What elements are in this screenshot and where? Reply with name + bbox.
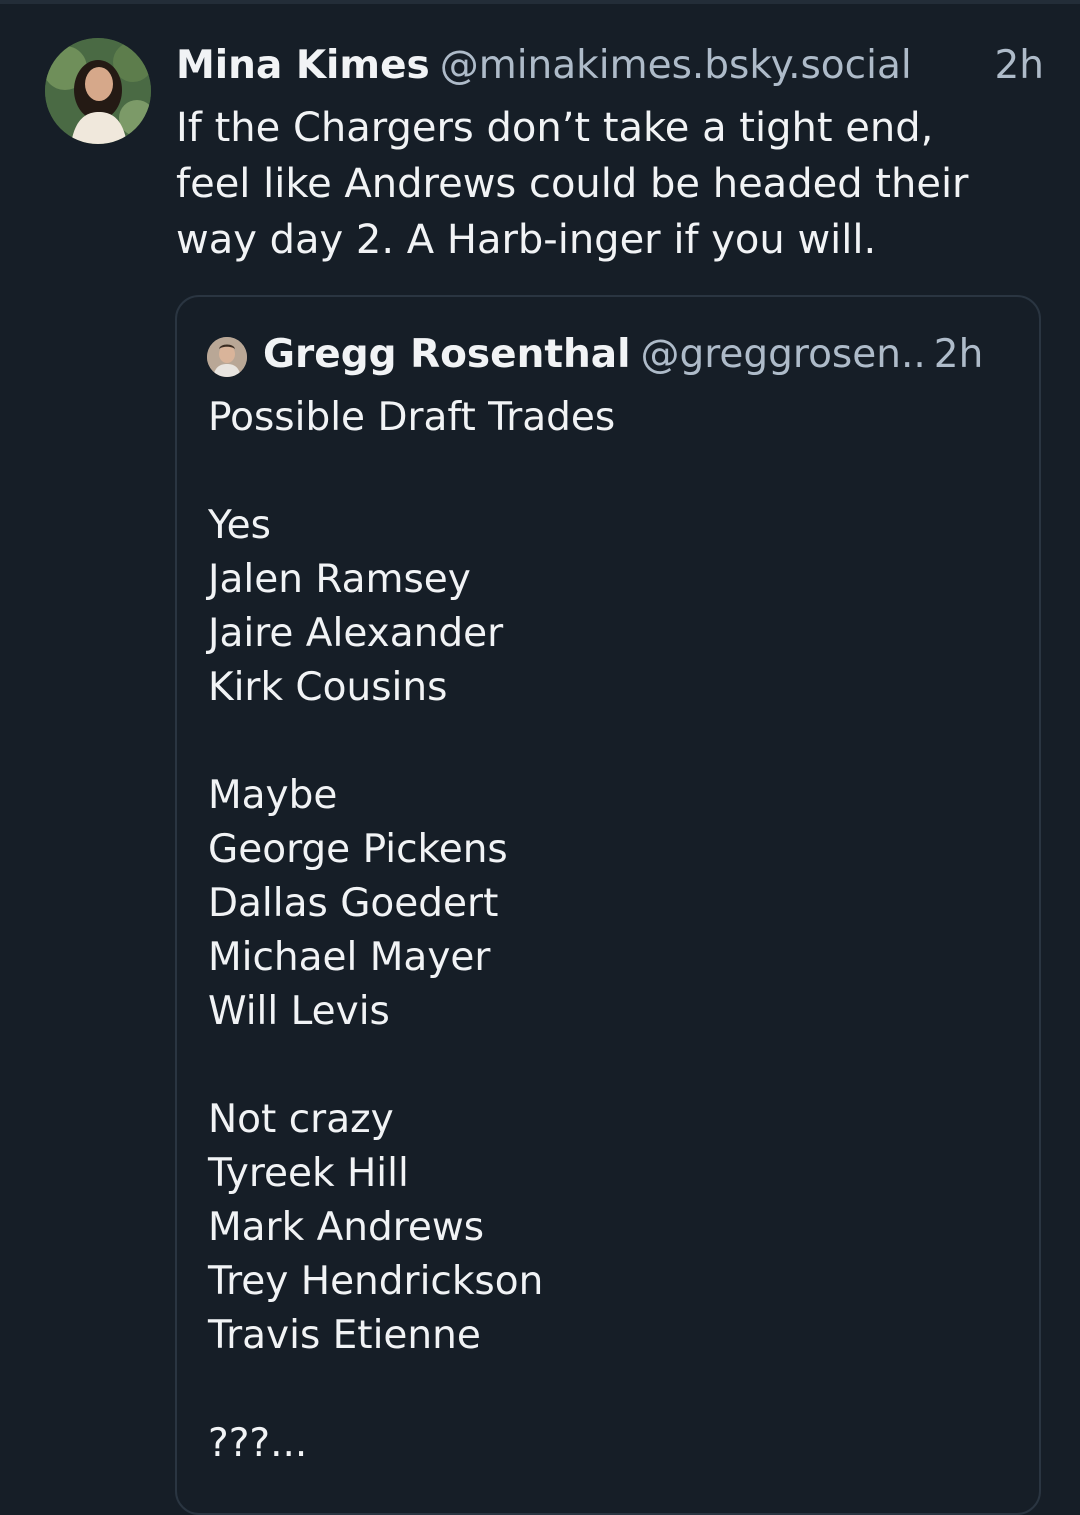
author-handle[interactable]: @minakimes.bsky.social	[440, 43, 912, 88]
list-item: Dallas Goedert	[208, 881, 499, 926]
list-item: Will Levis	[208, 989, 390, 1034]
list-item: Travis Etienne	[208, 1313, 481, 1358]
list-item: Jaire Alexander	[208, 611, 504, 656]
quoted-post-timestamp[interactable]: 2h	[934, 332, 984, 377]
post-timestamp[interactable]: 2h	[994, 40, 1044, 92]
list-item: George Pickens	[208, 827, 508, 872]
truncated-text: ???...	[208, 1421, 308, 1466]
list-item: Mark Andrews	[208, 1205, 485, 1250]
list-item: Kirk Cousins	[208, 665, 448, 710]
quoted-author-avatar[interactable]	[207, 337, 247, 377]
user-avatar-icon	[45, 38, 151, 144]
group-heading: Maybe	[208, 773, 338, 818]
user-avatar-icon	[207, 337, 247, 377]
post[interactable]: Mina Kimes @minakimes.bsky.social 2h If t…	[0, 0, 1080, 1515]
author-avatar[interactable]	[45, 38, 151, 144]
group-heading: Not crazy	[208, 1097, 394, 1142]
list-item: Trey Hendrickson	[208, 1259, 544, 1304]
quoted-post-header: Gregg Rosenthal @greggrosen.. 2h	[263, 329, 1023, 381]
list-item: Michael Mayer	[208, 935, 491, 980]
quoted-author-handle[interactable]: @greggrosen..	[640, 332, 925, 377]
group-heading: Yes	[208, 503, 271, 548]
author-name[interactable]: Mina Kimes	[176, 43, 430, 88]
post-header: Mina Kimes @minakimes.bsky.social 2h	[176, 40, 1056, 92]
quoted-post[interactable]: Gregg Rosenthal @greggrosen.. 2h Possible …	[175, 295, 1041, 1515]
list-item: Jalen Ramsey	[208, 557, 471, 602]
quoted-author-name[interactable]: Gregg Rosenthal	[263, 332, 630, 377]
quoted-post-title: Possible Draft Trades	[208, 395, 616, 440]
quoted-post-text: Possible Draft Trades Yes Jalen Ramsey J…	[208, 391, 1008, 1471]
list-item: Tyreek Hill	[208, 1151, 409, 1196]
post-text: If the Chargers don’t take a tight end, …	[176, 105, 969, 263]
